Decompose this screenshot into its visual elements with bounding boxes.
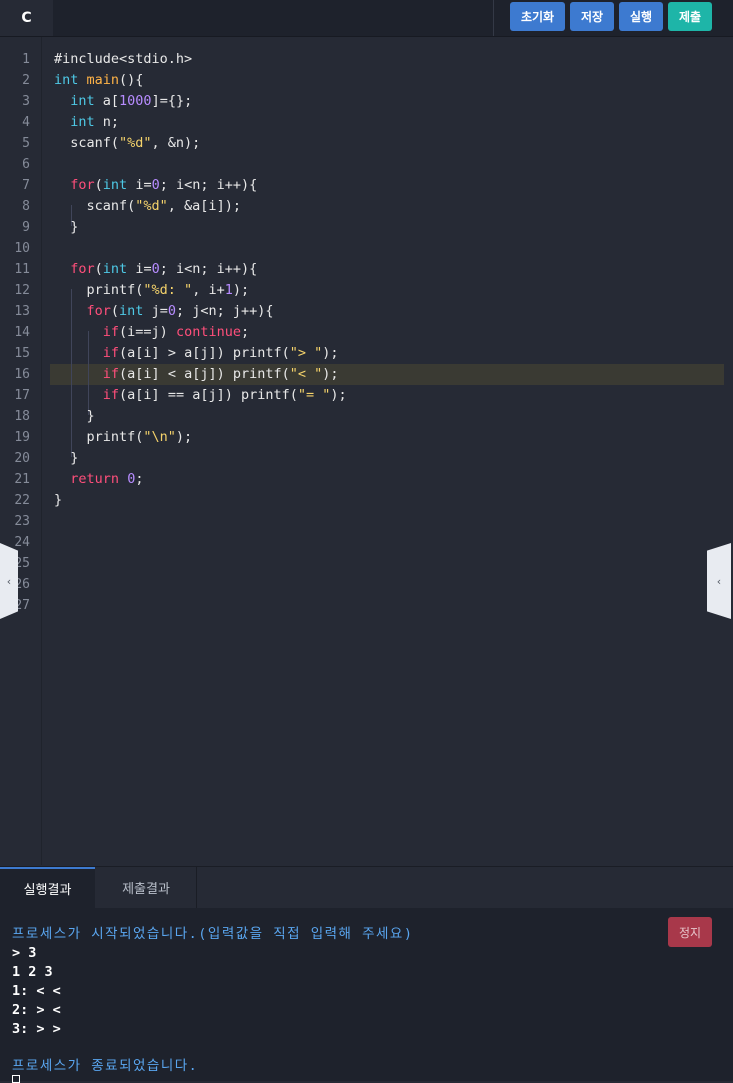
- code-editor[interactable]: 1 2 3 4 5 6 7 8 9 10 11 12 13 14 15 16 17 18 19 20 21 22 23 24 2…: [0, 37, 733, 865]
- console-line: 3: > >: [12, 1021, 61, 1037]
- code-line[interactable]: scanf("%d", &n);: [54, 133, 200, 154]
- line-number: 7: [22, 178, 30, 193]
- line-number: 16: [14, 367, 30, 382]
- code-line[interactable]: }: [54, 217, 78, 238]
- line-number: 8: [22, 199, 30, 214]
- line-number-gutter: 1 2 3 4 5 6 7 8 9 10 11 12 13 14 15 16 17 18 19 20 21 22 23 24 2…: [0, 37, 42, 865]
- line-number: 4: [22, 115, 30, 130]
- line-number: 3: [22, 94, 30, 109]
- submit-button[interactable]: 제출: [668, 2, 712, 31]
- code-line[interactable]: if(a[i] > a[j]) printf("> ");: [54, 343, 339, 364]
- chevron-left-icon: ‹: [716, 574, 722, 588]
- editor-toolbar: C 초기화 저장 실행 제출: [0, 0, 733, 37]
- tab-run-result[interactable]: 실행결과: [0, 867, 95, 908]
- line-number: 15: [14, 346, 30, 361]
- code-line[interactable]: }: [54, 448, 78, 469]
- line-number: 20: [14, 451, 30, 466]
- right-expand-tab[interactable]: ‹: [707, 543, 731, 619]
- code-line[interactable]: printf("\n");: [54, 427, 193, 448]
- line-number: 1: [22, 52, 30, 67]
- line-number: 22: [14, 493, 30, 508]
- line-number: 17: [14, 388, 30, 403]
- code-line[interactable]: int a[1000]={};: [54, 91, 192, 112]
- language-tab[interactable]: C: [0, 0, 53, 36]
- code-line[interactable]: printf("%d: ", i+1);: [54, 280, 250, 301]
- code-line[interactable]: int main(){: [54, 70, 143, 91]
- line-number: 21: [14, 472, 30, 487]
- process-start-message: 프로세스가 시작되었습니다.(입력값을 직접 입력해 주세요): [12, 926, 414, 942]
- console-line: 1: < <: [12, 983, 61, 999]
- line-number: 5: [22, 136, 30, 151]
- left-collapse-tab[interactable]: ‹: [0, 543, 18, 619]
- console-line: 1 2 3: [12, 964, 53, 980]
- code-line[interactable]: for(int j=0; j<n; j++){: [54, 301, 274, 322]
- tab-submit-result[interactable]: 제출결과: [96, 867, 197, 908]
- line-number: 19: [14, 430, 30, 445]
- stop-button[interactable]: 정지: [668, 917, 712, 947]
- code-line[interactable]: for(int i=0; i<n; i++){: [54, 259, 257, 280]
- toolbar-divider: [493, 0, 494, 36]
- code-line[interactable]: int n;: [54, 112, 119, 133]
- code-line[interactable]: for(int i=0; i<n; i++){: [54, 175, 257, 196]
- console-line: 2: > <: [12, 1002, 61, 1018]
- line-number: 12: [14, 283, 30, 298]
- line-number: 18: [14, 409, 30, 424]
- code-line[interactable]: if(i==j) continue;: [54, 322, 249, 343]
- line-number: 14: [14, 325, 30, 340]
- line-number: 6: [22, 157, 30, 172]
- line-number: 9: [22, 220, 30, 235]
- chevron-left-icon: ‹: [6, 574, 12, 588]
- line-number: 13: [14, 304, 30, 319]
- code-line[interactable]: scanf("%d", &a[i]);: [54, 196, 241, 217]
- code-line[interactable]: }: [54, 490, 62, 511]
- result-tabs: 실행결과 제출결과: [0, 866, 733, 909]
- line-number: 23: [14, 514, 30, 529]
- code-line[interactable]: if(a[i] == a[j]) printf("= ");: [54, 385, 347, 406]
- line-number: 2: [22, 73, 30, 88]
- run-button[interactable]: 실행: [619, 2, 663, 31]
- console-output[interactable]: 정지 프로세스가 시작되었습니다.(입력값을 직접 입력해 주세요) > 3 1…: [0, 908, 733, 1083]
- code-line[interactable]: if(a[i] < a[j]) printf("< ");: [54, 364, 339, 385]
- console-input-cursor[interactable]: [12, 1075, 20, 1083]
- process-end-message: 프로세스가 종료되었습니다.: [12, 1058, 199, 1074]
- code-line[interactable]: #include<stdio.h>: [54, 49, 192, 70]
- code-line[interactable]: }: [54, 406, 95, 427]
- code-line[interactable]: return 0;: [54, 469, 143, 490]
- console-line: > 3: [12, 945, 37, 961]
- line-number: 10: [14, 241, 30, 256]
- save-button[interactable]: 저장: [570, 2, 614, 31]
- reset-button[interactable]: 초기화: [510, 2, 565, 31]
- line-number: 11: [14, 262, 30, 277]
